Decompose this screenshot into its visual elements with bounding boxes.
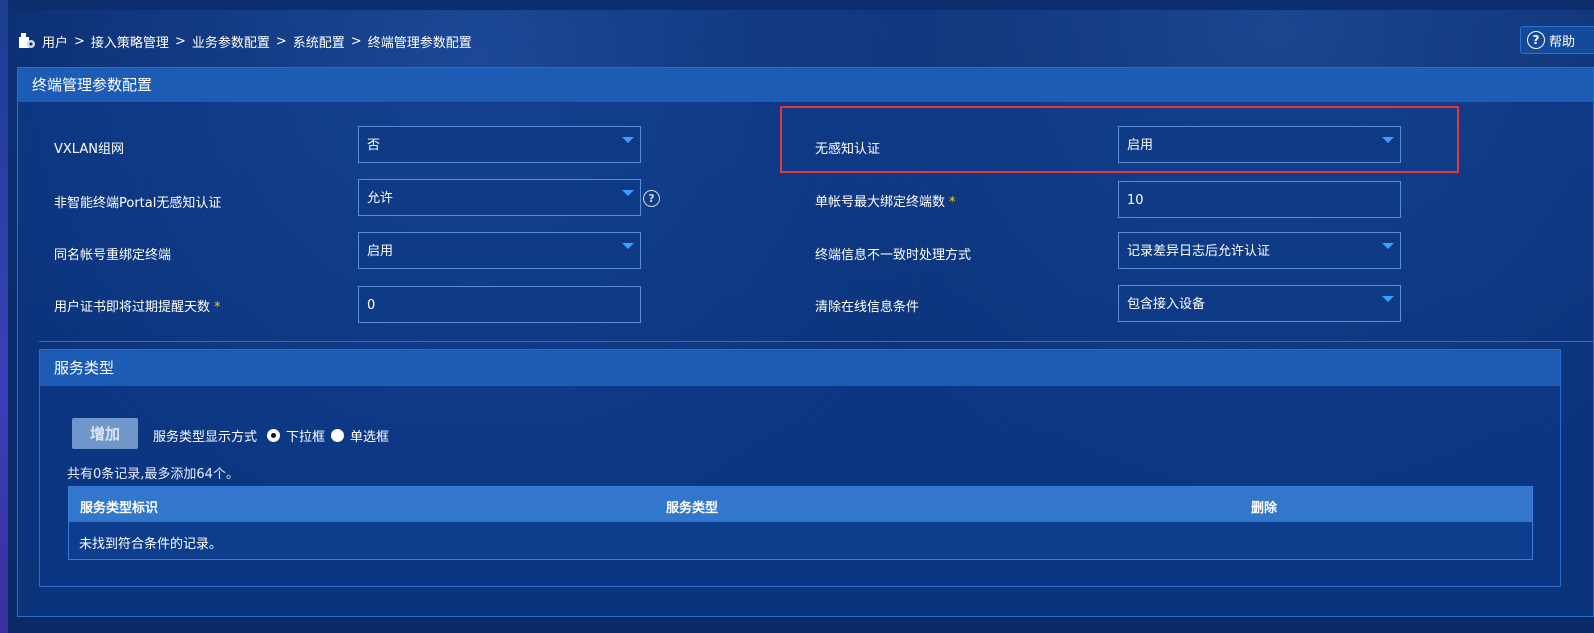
chevron-down-icon: [622, 243, 634, 249]
breadcrumb-separator: >: [275, 33, 287, 49]
breadcrumb-item-access-policy[interactable]: 接入策略管理: [91, 32, 169, 51]
required-marker: *: [949, 195, 956, 210]
radio-single-select-label[interactable]: 单选框: [350, 426, 389, 445]
mismatch-handling-label: 终端信息不一致时处理方式: [815, 248, 972, 263]
breadcrumb: 用户 > 接入策略管理 > 业务参数配置 > 系统配置 > 终端管理参数配置: [18, 30, 472, 52]
breadcrumb-separator: >: [350, 33, 362, 49]
breadcrumb-separator: >: [174, 33, 186, 49]
chevron-down-icon: [1382, 137, 1394, 143]
help-question-icon[interactable]: ?: [643, 190, 660, 207]
portal-noninteractive-value: 允许: [367, 191, 394, 206]
chevron-down-icon: [1382, 243, 1394, 249]
column-header-id: 服务类型标识: [80, 501, 159, 516]
breadcrumb-separator: >: [74, 33, 85, 49]
cert-expiry-label-text: 用户证书即将过期提醒天数: [54, 300, 211, 315]
chevron-down-icon: [1382, 296, 1394, 302]
required-marker: *: [214, 300, 221, 315]
vxlan-value: 否: [367, 138, 381, 153]
top-bar: [0, 0, 1594, 10]
users-config-icon: [18, 32, 36, 50]
left-edge-strip: [0, 0, 8, 633]
panel-title: 终端管理参数配置: [18, 68, 1593, 102]
radio-single-select[interactable]: [331, 429, 345, 442]
clear-online-select[interactable]: 包含接入设备: [1118, 285, 1401, 322]
vxlan-select[interactable]: 否: [358, 126, 641, 163]
table-header: 服务类型标识 服务类型 删除: [69, 487, 1532, 522]
max-bind-value: 10: [1127, 193, 1144, 208]
portal-noninteractive-label: 非智能终端Portal无感知认证: [54, 196, 222, 211]
cert-expiry-value: 0: [367, 298, 376, 313]
section-divider: [39, 341, 1594, 342]
breadcrumb-item-business-params[interactable]: 业务参数配置: [192, 32, 270, 51]
breadcrumb-item-current: 终端管理参数配置: [367, 35, 472, 51]
rebind-same-account-value: 启用: [367, 244, 394, 259]
chevron-down-icon: [622, 137, 634, 143]
breadcrumb-item-system-config[interactable]: 系统配置: [293, 32, 345, 51]
help-label: 帮助: [1549, 34, 1576, 50]
rebind-same-account-label: 同名帐号重绑定终端: [54, 248, 172, 263]
service-type-panel: 服务类型 增加 服务类型显示方式 下拉框 单选框 共有0条记录,最多添加64个。…: [39, 349, 1561, 587]
seamless-auth-select[interactable]: 启用: [1118, 126, 1401, 163]
mismatch-handling-value: 记录差异日志后允许认证: [1127, 244, 1271, 259]
add-button[interactable]: 增加: [72, 418, 138, 449]
seamless-auth-label: 无感知认证: [815, 142, 881, 157]
seamless-auth-value: 启用: [1127, 138, 1154, 153]
clear-online-value: 包含接入设备: [1127, 297, 1206, 312]
service-type-title: 服务类型: [40, 350, 1560, 386]
empty-message: 未找到符合条件的记录。: [79, 537, 223, 552]
help-button[interactable]: ? 帮助: [1520, 26, 1594, 54]
column-header-delete: 删除: [1251, 501, 1278, 516]
display-mode-label: 服务类型显示方式: [153, 430, 258, 445]
breadcrumb-item-users[interactable]: 用户: [42, 32, 68, 51]
cert-expiry-input[interactable]: 0: [358, 286, 641, 323]
cert-expiry-label: 用户证书即将过期提醒天数 *: [54, 296, 221, 315]
record-count-text: 共有0条记录,最多添加64个。: [67, 467, 239, 482]
service-type-table: 服务类型标识 服务类型 删除 未找到符合条件的记录。: [68, 486, 1533, 560]
rebind-same-account-select[interactable]: 启用: [358, 232, 641, 269]
question-icon: ?: [1527, 31, 1545, 49]
mismatch-handling-select[interactable]: 记录差异日志后允许认证: [1118, 232, 1401, 269]
chevron-down-icon: [622, 190, 634, 196]
vxlan-label: VXLAN组网: [54, 142, 124, 157]
clear-online-label: 清除在线信息条件: [815, 300, 920, 315]
radio-dropdown-label[interactable]: 下拉框: [286, 426, 325, 445]
portal-noninteractive-select[interactable]: 允许: [358, 179, 641, 216]
max-bind-input[interactable]: 10: [1118, 181, 1401, 218]
display-mode-group: 服务类型显示方式 下拉框 单选框: [153, 426, 389, 445]
table-body: 未找到符合条件的记录。: [69, 522, 1532, 559]
column-header-type: 服务类型: [666, 501, 719, 516]
max-bind-label: 单帐号最大绑定终端数 *: [815, 191, 956, 210]
radio-dropdown[interactable]: [267, 429, 281, 442]
max-bind-label-text: 单帐号最大绑定终端数: [815, 195, 946, 210]
